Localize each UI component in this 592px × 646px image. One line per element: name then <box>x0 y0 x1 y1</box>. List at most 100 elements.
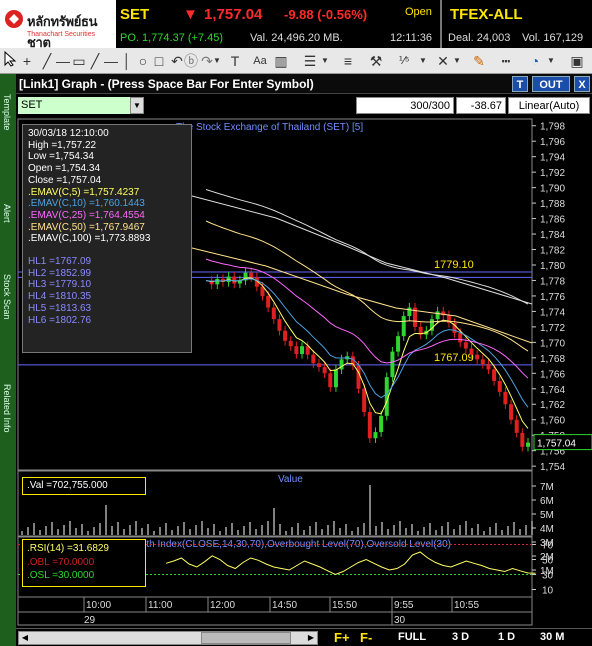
wave-icon[interactable]: ⅟⁵ <box>394 51 414 71</box>
price-axis-label: 1,766 <box>540 369 565 380</box>
volume-axis-label: 5M <box>540 510 554 521</box>
candle-body <box>328 373 333 388</box>
sidebar-tab-related-info[interactable]: Related Info <box>2 384 12 433</box>
dashed-line-icon[interactable]: ┅ <box>496 51 516 71</box>
time-axis-label: 11:00 <box>148 600 173 611</box>
rsi-axis-label: 10 <box>542 586 554 597</box>
zoom-in-button[interactable]: F+ <box>334 630 350 645</box>
panel-close-button[interactable]: X <box>574 76 590 92</box>
period-full-button[interactable]: FULL <box>398 631 426 643</box>
sidebar-tab-template[interactable]: Template <box>2 94 12 131</box>
sidebar-tab-alert[interactable]: Alert <box>2 204 12 223</box>
info-emav25: .EMAV(C,25) =1,764.4554 <box>28 209 145 221</box>
panel-out-button[interactable]: OUT <box>532 76 570 92</box>
candle-body <box>249 272 254 278</box>
circle-icon[interactable]: ○ <box>136 51 150 71</box>
rect-icon[interactable]: ▭ <box>72 51 86 71</box>
last-price-tag: 1,757.04 <box>537 439 576 450</box>
text-icon[interactable]: T <box>228 51 242 71</box>
panel-title: [Link1] Graph - (Press Space Bar For Ent… <box>19 77 314 91</box>
hline2-icon[interactable]: — <box>104 51 118 71</box>
volume-readout: .Val =702,755.000 <box>22 477 146 495</box>
price-axis-label: 1,754 <box>540 462 565 473</box>
info-hl2: HL2 =1852.99 <box>28 267 92 279</box>
graph-panel-title-bar: [Link1] Graph - (Press Space Bar For Ent… <box>16 74 592 94</box>
crosshair-icon[interactable]: + <box>20 51 34 71</box>
chevron-down-icon[interactable]: ▼ <box>212 51 222 71</box>
square-icon[interactable]: □ <box>152 51 166 71</box>
text-tool-label[interactable]: Aa <box>252 51 268 71</box>
candle-body <box>514 419 519 433</box>
chevron-down-icon-symbol[interactable]: ▼ <box>130 97 144 114</box>
panel-t-button[interactable]: T <box>512 76 528 92</box>
bar-count: 300/300 <box>356 97 454 114</box>
zoom-out-button[interactable]: F- <box>360 630 372 645</box>
candle-type-icon[interactable]: ▥ <box>274 51 288 71</box>
price-axis-label: 1,776 <box>540 292 565 303</box>
sidebar-tab-stock-scan[interactable]: Stock Scan <box>2 274 12 320</box>
symbol-input[interactable]: SET <box>18 97 130 114</box>
redo-icon[interactable]: ⓑ <box>184 51 198 71</box>
period-1d-button[interactable]: 1 D <box>498 631 515 643</box>
price-axis-label: 1,780 <box>540 261 565 272</box>
volume-axis-label: 4M <box>540 524 554 535</box>
index-value: 1,757.04 <box>204 6 263 23</box>
candle-body <box>435 311 440 320</box>
scroll-left-icon[interactable]: ◀ <box>19 632 31 644</box>
volume-axis-label: 6M <box>540 496 554 507</box>
candle-body <box>277 319 282 331</box>
line-width-icon[interactable]: ☰ <box>300 51 320 71</box>
chevron-down-icon-3[interactable]: ▼ <box>418 51 428 71</box>
tfex-name: TFEX-ALL <box>450 6 523 23</box>
pencil-icon[interactable]: ✎ <box>470 51 488 71</box>
info-emav5: .EMAV(C,5) =1,757.4237 <box>28 186 140 198</box>
chart-scrollbar[interactable]: ◀ ▶ <box>18 631 318 645</box>
hl-label-lower: 1767.09 <box>434 352 474 364</box>
hline-icon[interactable]: — <box>56 51 70 71</box>
line-icon[interactable]: ╱ <box>40 51 54 71</box>
candle-body <box>373 432 378 439</box>
candle-body <box>379 415 384 433</box>
delete-icon[interactable]: ✕ <box>436 51 450 71</box>
chevron-down-icon-4[interactable]: ▼ <box>452 51 462 71</box>
period-30m-button[interactable]: 30 M <box>540 631 564 643</box>
candle-body <box>271 307 276 320</box>
candle-body <box>232 276 237 284</box>
undo-icon[interactable]: ↶ <box>170 51 184 71</box>
chevron-down-icon-5[interactable]: ▼ <box>546 51 556 71</box>
down-arrow-icon: ▼ <box>183 6 198 23</box>
rsi-osl: .OSL =30.0000 <box>27 570 95 581</box>
tools-icon[interactable]: ⚒ <box>368 51 384 71</box>
scale-select[interactable]: Linear(Auto) <box>508 97 590 114</box>
chevron-down-icon-2[interactable]: ▼ <box>320 51 330 71</box>
period-3d-button[interactable]: 3 D <box>452 631 469 643</box>
price-axis-label: 1,760 <box>540 416 565 427</box>
scroll-thumb[interactable] <box>201 632 291 644</box>
market-status: Open <box>405 6 432 18</box>
candle-body <box>333 369 338 388</box>
tfex-panel[interactable]: TFEX-ALL Deal. 24,003 Vol. 167,129 <box>440 0 592 48</box>
time-axis-label: 10:00 <box>86 600 111 611</box>
drawing-toolbar: + ╱ — ▭ ╱ — │ ○ □ ↶ ⓑ ↷ ▼ T Aa ▥ ☰ ▼ ≡ ⚒… <box>0 48 592 74</box>
candle-body <box>300 346 305 354</box>
rsi-axis-label: 50 <box>542 556 554 567</box>
line-style-icon[interactable]: ≡ <box>338 51 358 71</box>
candle-body <box>469 348 474 355</box>
index-name[interactable]: SET <box>120 6 149 23</box>
price-axis-label: 1,794 <box>540 153 565 164</box>
candle-body <box>475 354 480 360</box>
candle-body <box>362 388 367 412</box>
candle-body <box>316 363 321 368</box>
info-close: Close =1,757.04 <box>28 174 102 186</box>
trade-value: Val. 24,496.20 MB. <box>250 32 343 44</box>
candle-body <box>486 364 491 370</box>
left-sidebar: Template Alert Stock Scan Related Info <box>0 74 16 646</box>
diag-line-icon[interactable]: ╱ <box>88 51 102 71</box>
window-icon[interactable]: ▣ <box>568 51 586 71</box>
volume-title: Value <box>278 474 303 485</box>
cursor-icon[interactable] <box>2 50 18 71</box>
vline-icon[interactable]: │ <box>120 51 134 71</box>
candle-body <box>283 330 288 341</box>
scroll-right-icon[interactable]: ▶ <box>305 632 317 644</box>
clock-icon[interactable]: ◔ <box>526 51 544 71</box>
